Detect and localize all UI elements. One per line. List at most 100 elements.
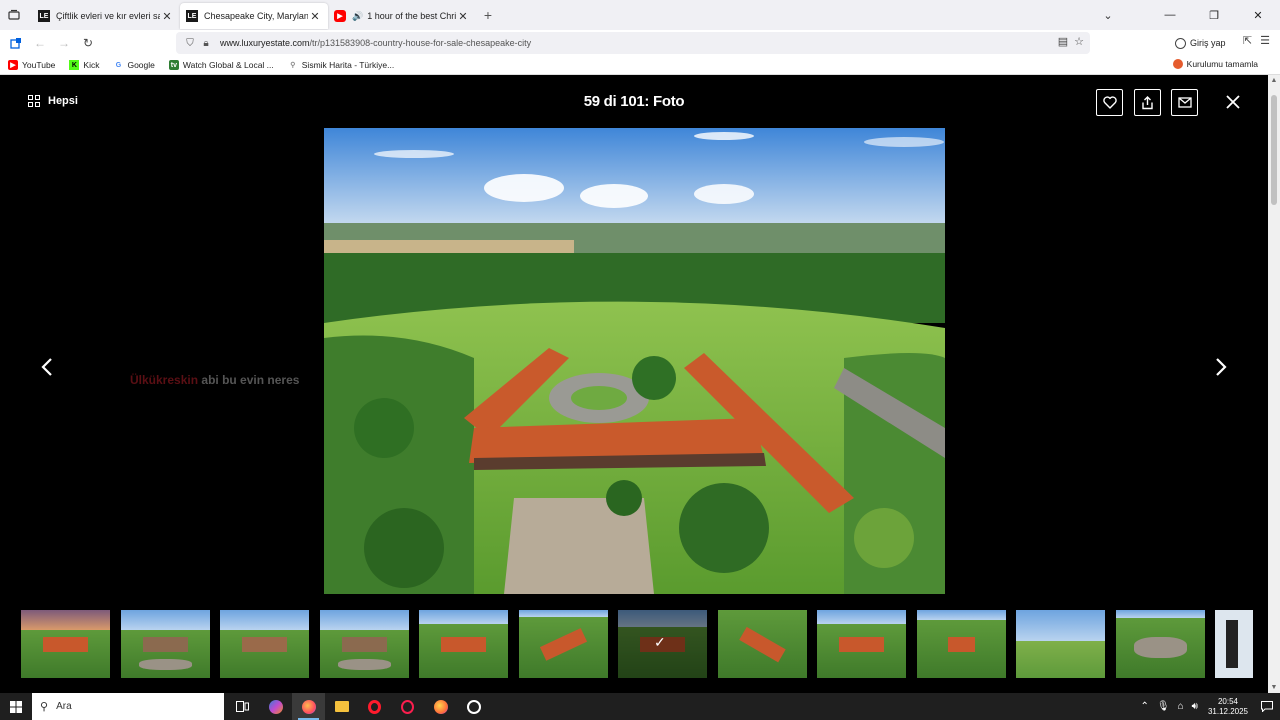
new-tab-button[interactable]: + — [476, 7, 500, 23]
copilot-icon[interactable] — [259, 693, 292, 720]
extensions-icon[interactable]: ⇱ — [1243, 34, 1252, 47]
mail-icon — [1177, 97, 1192, 108]
thumbnail[interactable] — [121, 610, 210, 678]
bookmark-label: YouTube — [22, 60, 56, 70]
youtube-icon: ▶ — [334, 10, 346, 22]
clock[interactable]: 20:54 31.12.2025 — [1208, 697, 1248, 717]
scrollbar-thumb[interactable] — [1271, 95, 1277, 205]
chevron-down-icon[interactable]: ⌄ — [1088, 9, 1128, 22]
thumbnail[interactable] — [1116, 610, 1205, 678]
thumbnail[interactable] — [419, 610, 508, 678]
favorite-button[interactable] — [1096, 89, 1123, 116]
window-close-icon[interactable]: ✕ — [1236, 0, 1280, 30]
scroll-down-icon[interactable]: ▼ — [1268, 684, 1280, 691]
speaker-icon[interactable]: 🔊 — [352, 11, 363, 22]
thumbnail[interactable] — [220, 610, 309, 678]
microphone-icon[interactable]: 🎙︎ — [1157, 701, 1170, 712]
aerial-estate-photo — [324, 128, 945, 594]
share-icon — [1142, 95, 1153, 109]
tab-list-icon[interactable] — [0, 0, 28, 30]
firefox-icon — [1172, 59, 1183, 69]
checkmark-icon: ✓ — [654, 634, 666, 650]
windows-taskbar: ⚲ Ara ⌃ 🎙︎ ⌂ 🔊︎ 20:54 31.12.2025 — [0, 693, 1280, 720]
task-view-icon[interactable] — [226, 693, 259, 720]
steam-icon[interactable] — [457, 693, 490, 720]
thumbnail[interactable] — [1215, 610, 1253, 678]
firefox-icon[interactable] — [292, 693, 325, 720]
photo-gallery: Hepsi 59 di 101: Foto Ülkükreskin abi bu… — [0, 75, 1268, 693]
tab-christmas-video[interactable]: ▶ 🔊 1 hour of the best Christmas ✕ — [328, 3, 476, 29]
minimize-icon[interactable]: — — [1148, 0, 1192, 30]
chevron-right-icon — [1216, 358, 1227, 376]
bookmark-watch-global[interactable]: tv Watch Global & Local ... — [168, 60, 274, 70]
youtube-icon: ▶ — [8, 60, 18, 70]
thumbnail-selected[interactable]: ✓ — [618, 610, 707, 678]
tab-chesapeake-city[interactable]: LE Chesapeake City, Maryland, satılık ✕ — [180, 3, 328, 29]
bookmark-label: Kick — [83, 60, 100, 70]
thumbnail[interactable] — [21, 610, 110, 678]
reload-icon[interactable]: ↻ — [76, 31, 100, 55]
back-icon[interactable]: ← — [28, 31, 52, 55]
tab-strip: LE Çiftlik evleri ve kır evleri satılık … — [0, 0, 1280, 30]
url-text: www.luxuryestate.com/tr/p131583908-count… — [220, 38, 531, 48]
bookmarks-bar: ▶ YouTube K Kick G Google tv Watch Global & … — [0, 56, 1280, 75]
tab-ciftlik-evleri[interactable]: LE Çiftlik evleri ve kır evleri satılık … — [32, 3, 180, 29]
firefox-alt-icon[interactable] — [424, 693, 457, 720]
thumbnail[interactable] — [519, 610, 608, 678]
bookmark-label: Sismik Harita - Türkiye... — [301, 60, 395, 70]
close-gallery-button[interactable] — [1222, 91, 1244, 113]
scroll-up-icon[interactable]: ▲ — [1268, 77, 1280, 84]
search-placeholder: Ara — [56, 701, 72, 712]
bookmark-label: Kurulumu tamamla — [1186, 59, 1258, 69]
tab-title: Chesapeake City, Maryland, satılık — [204, 11, 308, 21]
bookmark-sismik-harita[interactable]: ⚲ Sismik Harita - Türkiye... — [288, 60, 394, 70]
address-bar[interactable]: ⛉ 🔒︎ www.luxuryestate.com/tr/p131583908-… — [176, 32, 1090, 54]
bookmark-youtube[interactable]: ▶ YouTube — [8, 60, 55, 70]
menu-icon[interactable]: ☰ — [1260, 34, 1270, 47]
bookmark-star-icon[interactable]: ☆ — [1074, 35, 1084, 48]
taskbar-search-box[interactable]: ⚲ Ara — [32, 693, 224, 720]
bookmark-kick[interactable]: K Kick — [69, 60, 99, 70]
forward-icon[interactable]: → — [52, 31, 76, 55]
chat-username: Ülkükreskin — [130, 373, 199, 387]
thumbnail[interactable] — [1016, 610, 1105, 678]
thumbnail[interactable] — [320, 610, 409, 678]
windows-start-icon[interactable] — [0, 693, 32, 720]
complete-setup-link[interactable]: Kurulumu tamamla — [1172, 59, 1258, 69]
thumbnail[interactable] — [817, 610, 906, 678]
file-explorer-icon[interactable] — [325, 693, 358, 720]
opera-icon[interactable] — [358, 693, 391, 720]
system-tray: ⌃ 🎙︎ ⌂ 🔊︎ 20:54 31.12.2025 — [1137, 693, 1280, 720]
google-icon: G — [115, 61, 122, 69]
clock-time: 20:54 — [1217, 696, 1238, 706]
previous-photo-button[interactable] — [36, 355, 60, 379]
restore-icon[interactable]: ❐ — [1192, 0, 1236, 30]
luxuryestate-favicon-icon: LE — [38, 10, 50, 22]
heart-icon — [1102, 96, 1117, 109]
next-photo-button[interactable] — [1208, 355, 1232, 379]
network-icon[interactable]: ⌂ — [1178, 701, 1184, 712]
url-path: /tr/p131583908-country-house-for-sale-ch… — [309, 38, 532, 48]
close-tab-icon[interactable]: ✕ — [456, 10, 470, 23]
share-button[interactable] — [1134, 89, 1161, 116]
chevron-up-icon[interactable]: ⌃ — [1141, 701, 1149, 712]
bookmark-google[interactable]: G Google — [113, 60, 155, 70]
map-pin-icon: ⚲ — [290, 62, 296, 69]
thumbnail[interactable] — [917, 610, 1006, 678]
page-scrollbar[interactable]: ▲ ▼ — [1268, 75, 1280, 693]
close-icon — [1226, 95, 1240, 109]
tracking-shield-icon[interactable]: ⛉ — [182, 38, 198, 49]
sidebar-toggle-icon[interactable] — [4, 31, 28, 55]
signin-button[interactable]: Giriş yap — [1170, 34, 1231, 52]
reader-view-icon[interactable]: ▤ — [1058, 35, 1068, 48]
lock-icon[interactable]: 🔒︎ — [198, 38, 214, 49]
close-tab-icon[interactable]: ✕ — [308, 10, 322, 23]
contact-button[interactable] — [1171, 89, 1198, 116]
notification-icon[interactable] — [1254, 701, 1280, 712]
tab-title: 1 hour of the best Christmas — [367, 11, 456, 21]
thumbnail[interactable] — [718, 610, 807, 678]
search-icon: ⚲ — [40, 701, 49, 713]
close-tab-icon[interactable]: ✕ — [160, 10, 174, 23]
volume-icon[interactable]: 🔊︎ — [1192, 701, 1198, 712]
opera-gx-icon[interactable] — [391, 693, 424, 720]
